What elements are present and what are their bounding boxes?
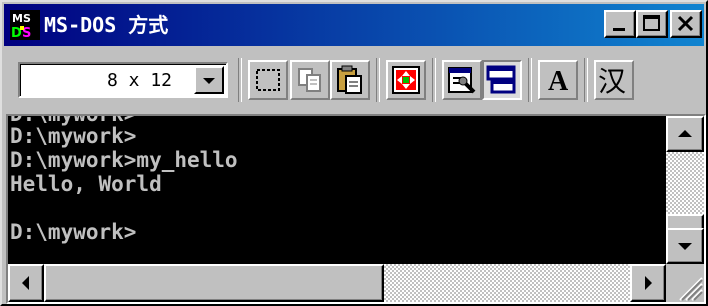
scroll-down-button[interactable]	[666, 228, 704, 264]
maximize-button[interactable]	[636, 10, 668, 38]
arrow-down-icon	[678, 243, 692, 250]
toolbar-separator	[376, 58, 380, 102]
mark-icon	[256, 69, 280, 91]
close-icon	[677, 15, 694, 32]
maximize-icon	[643, 15, 660, 31]
paste-icon	[337, 65, 362, 94]
font-size-value: 8 x 12	[106, 70, 172, 91]
background-icon	[486, 65, 516, 94]
resize-grip[interactable]	[666, 264, 704, 302]
window-title: MS-DOS 方式	[44, 13, 169, 37]
title-bar[interactable]: MS D S MS-DOS 方式	[4, 4, 704, 46]
copy-icon	[298, 68, 321, 92]
font-icon: A	[548, 66, 569, 97]
chevron-down-icon	[203, 78, 215, 84]
toolbar-separator	[432, 58, 436, 102]
toolbar-separator	[238, 58, 242, 102]
console-line: Hello, World	[10, 172, 162, 196]
minimize-icon	[613, 28, 625, 31]
arrow-right-icon	[645, 276, 652, 290]
resize-grip-icon	[679, 277, 703, 301]
console-line: D:\mywork>	[10, 220, 137, 244]
horizontal-scroll-thumb[interactable]	[44, 264, 384, 302]
vertical-scrollbar[interactable]	[666, 116, 704, 264]
svg-text:MS: MS	[12, 12, 31, 25]
copy-button[interactable]	[290, 60, 330, 100]
scroll-left-button[interactable]	[8, 264, 44, 302]
svg-text:A: A	[548, 66, 569, 97]
minimize-button[interactable]	[604, 10, 636, 38]
fullscreen-icon	[392, 66, 420, 94]
svg-text:汉: 汉	[598, 65, 626, 98]
toolbar: 8 x 12 A 汉	[4, 50, 704, 114]
scroll-up-button[interactable]	[666, 116, 704, 152]
mark-button[interactable]	[248, 60, 288, 100]
console-line: D:\mywork>my_hello	[10, 148, 238, 172]
toolbar-separator	[528, 58, 532, 102]
font-size-dropdown-button[interactable]	[194, 66, 224, 94]
paste-button[interactable]	[330, 60, 370, 100]
console-frame: D:\mywork> D:\mywork> D:\mywork>my_hello…	[6, 114, 706, 304]
scroll-right-button[interactable]	[630, 264, 666, 302]
ime-icon: 汉	[598, 65, 626, 98]
horizontal-scrollbar[interactable]	[8, 264, 666, 302]
properties-button[interactable]	[442, 60, 482, 100]
arrow-left-icon	[22, 276, 29, 290]
ms-dos-window: MS D S MS-DOS 方式 8 x 12 A 汉 D:\mywork> D…	[0, 0, 708, 306]
background-button[interactable]	[482, 60, 522, 100]
ime-button[interactable]: 汉	[594, 60, 634, 100]
font-size-select[interactable]: 8 x 12	[18, 62, 228, 98]
ms-dos-icon: MS D S	[10, 10, 40, 41]
font-button[interactable]: A	[538, 60, 578, 100]
toolbar-separator	[584, 58, 588, 102]
properties-icon	[448, 67, 476, 94]
close-button[interactable]	[670, 10, 702, 38]
console-line: D:\mywork>	[10, 124, 137, 148]
fullscreen-button[interactable]	[386, 60, 426, 100]
arrow-up-icon	[678, 130, 692, 137]
console-output[interactable]: D:\mywork> D:\mywork> D:\mywork>my_hello…	[8, 116, 666, 264]
